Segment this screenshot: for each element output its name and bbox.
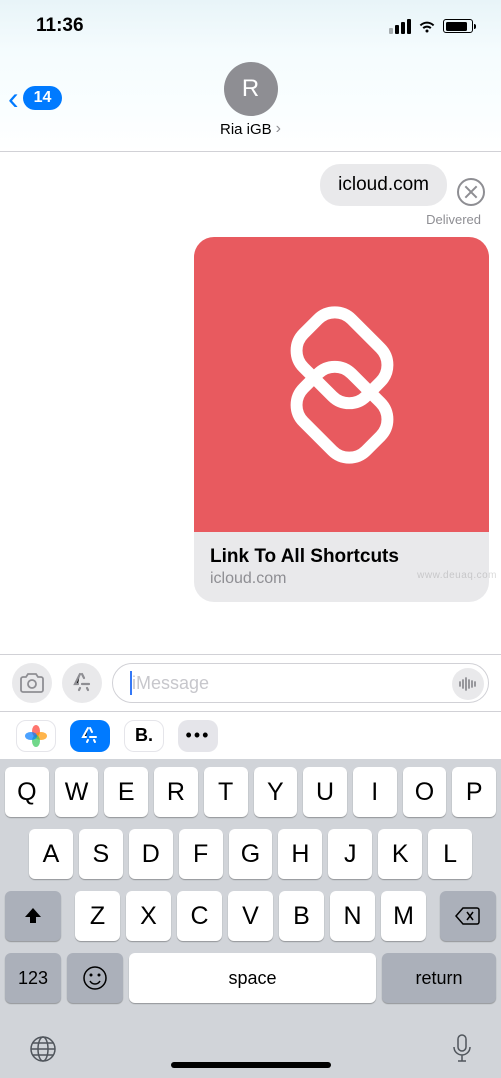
keyboard: QWERTYUIOP ASDFGHJKL ZXCVBNM 123 space r… xyxy=(0,759,501,1020)
message-input[interactable]: iMessage xyxy=(112,663,489,703)
battery-icon xyxy=(443,19,473,33)
back-button[interactable]: ‹ 14 xyxy=(8,82,62,114)
shift-key[interactable] xyxy=(5,891,61,941)
key-i[interactable]: I xyxy=(353,767,397,817)
mic-icon[interactable] xyxy=(451,1033,473,1065)
link-preview-image xyxy=(194,237,489,532)
return-key[interactable]: return xyxy=(382,953,496,1003)
link-preview-title: Link To All Shortcuts xyxy=(210,546,473,568)
key-c[interactable]: C xyxy=(177,891,222,941)
contact-name-label: Ria iGB xyxy=(220,121,272,138)
more-apps-icon[interactable]: ••• xyxy=(178,720,218,752)
status-time: 11:36 xyxy=(36,15,84,37)
key-e[interactable]: E xyxy=(104,767,148,817)
key-p[interactable]: P xyxy=(452,767,496,817)
app-store-icon xyxy=(71,672,93,694)
chevron-right-icon: › xyxy=(276,120,281,138)
keyboard-bottom-bar xyxy=(0,1020,501,1078)
keyboard-row-2: ASDFGHJKL xyxy=(5,829,496,879)
key-d[interactable]: D xyxy=(129,829,173,879)
key-t[interactable]: T xyxy=(204,767,248,817)
safari-icon[interactable] xyxy=(457,178,485,206)
audio-message-button[interactable] xyxy=(452,668,484,700)
key-r[interactable]: R xyxy=(154,767,198,817)
conversation-header: ‹ 14 R Ria iGB › xyxy=(0,52,501,152)
key-w[interactable]: W xyxy=(55,767,99,817)
key-h[interactable]: H xyxy=(278,829,322,879)
home-indicator[interactable] xyxy=(171,1062,331,1068)
shortcuts-icon xyxy=(257,300,427,470)
delivered-status: Delivered xyxy=(12,212,481,227)
app-strip[interactable]: B. ••• xyxy=(0,711,501,759)
key-f[interactable]: F xyxy=(179,829,223,879)
contact-name-button[interactable]: Ria iGB › xyxy=(220,120,281,138)
key-q[interactable]: Q xyxy=(5,767,49,817)
link-preview-info: Link To All Shortcuts icloud.com xyxy=(194,532,489,602)
camera-button[interactable] xyxy=(12,663,52,703)
watermark: www.deuaq.com xyxy=(417,570,497,581)
space-key[interactable]: space xyxy=(129,953,376,1003)
backspace-key[interactable] xyxy=(440,891,496,941)
wifi-icon xyxy=(417,19,437,34)
status-bar: 11:36 xyxy=(0,0,501,52)
key-l[interactable]: L xyxy=(428,829,472,879)
key-u[interactable]: U xyxy=(303,767,347,817)
key-g[interactable]: G xyxy=(229,829,273,879)
message-bubble[interactable]: icloud.com xyxy=(320,164,447,206)
key-k[interactable]: K xyxy=(378,829,422,879)
input-placeholder: iMessage xyxy=(131,673,209,694)
app-store-button[interactable] xyxy=(62,663,102,703)
shift-icon xyxy=(22,905,44,927)
signal-icon xyxy=(389,19,411,34)
keyboard-row-3: ZXCVBNM xyxy=(5,891,496,941)
numbers-key[interactable]: 123 xyxy=(5,953,61,1003)
key-x[interactable]: X xyxy=(126,891,171,941)
audio-wave-icon xyxy=(458,677,478,691)
key-n[interactable]: N xyxy=(330,891,375,941)
unread-badge: 14 xyxy=(23,86,63,110)
status-indicators xyxy=(389,19,473,34)
emoji-icon xyxy=(82,965,108,991)
message-input-bar: iMessage xyxy=(0,654,501,711)
app-store-strip-icon[interactable] xyxy=(70,720,110,752)
key-o[interactable]: O xyxy=(403,767,447,817)
photos-app-icon[interactable] xyxy=(16,720,56,752)
key-v[interactable]: V xyxy=(228,891,273,941)
chevron-left-icon: ‹ xyxy=(8,82,19,114)
key-y[interactable]: Y xyxy=(254,767,298,817)
bold-app-icon[interactable]: B. xyxy=(124,720,164,752)
camera-icon xyxy=(20,673,44,693)
contact-avatar[interactable]: R xyxy=(224,62,278,116)
key-j[interactable]: J xyxy=(328,829,372,879)
key-z[interactable]: Z xyxy=(75,891,120,941)
link-preview-card[interactable]: Link To All Shortcuts icloud.com xyxy=(194,237,489,602)
key-b[interactable]: B xyxy=(279,891,324,941)
backspace-icon xyxy=(455,906,481,926)
key-m[interactable]: M xyxy=(381,891,426,941)
emoji-key[interactable] xyxy=(67,953,123,1003)
key-s[interactable]: S xyxy=(79,829,123,879)
keyboard-row-1: QWERTYUIOP xyxy=(5,767,496,817)
keyboard-row-4: 123 space return xyxy=(5,953,496,1003)
globe-icon[interactable] xyxy=(28,1034,58,1064)
sent-message-row: icloud.com xyxy=(12,164,489,206)
key-a[interactable]: A xyxy=(29,829,73,879)
